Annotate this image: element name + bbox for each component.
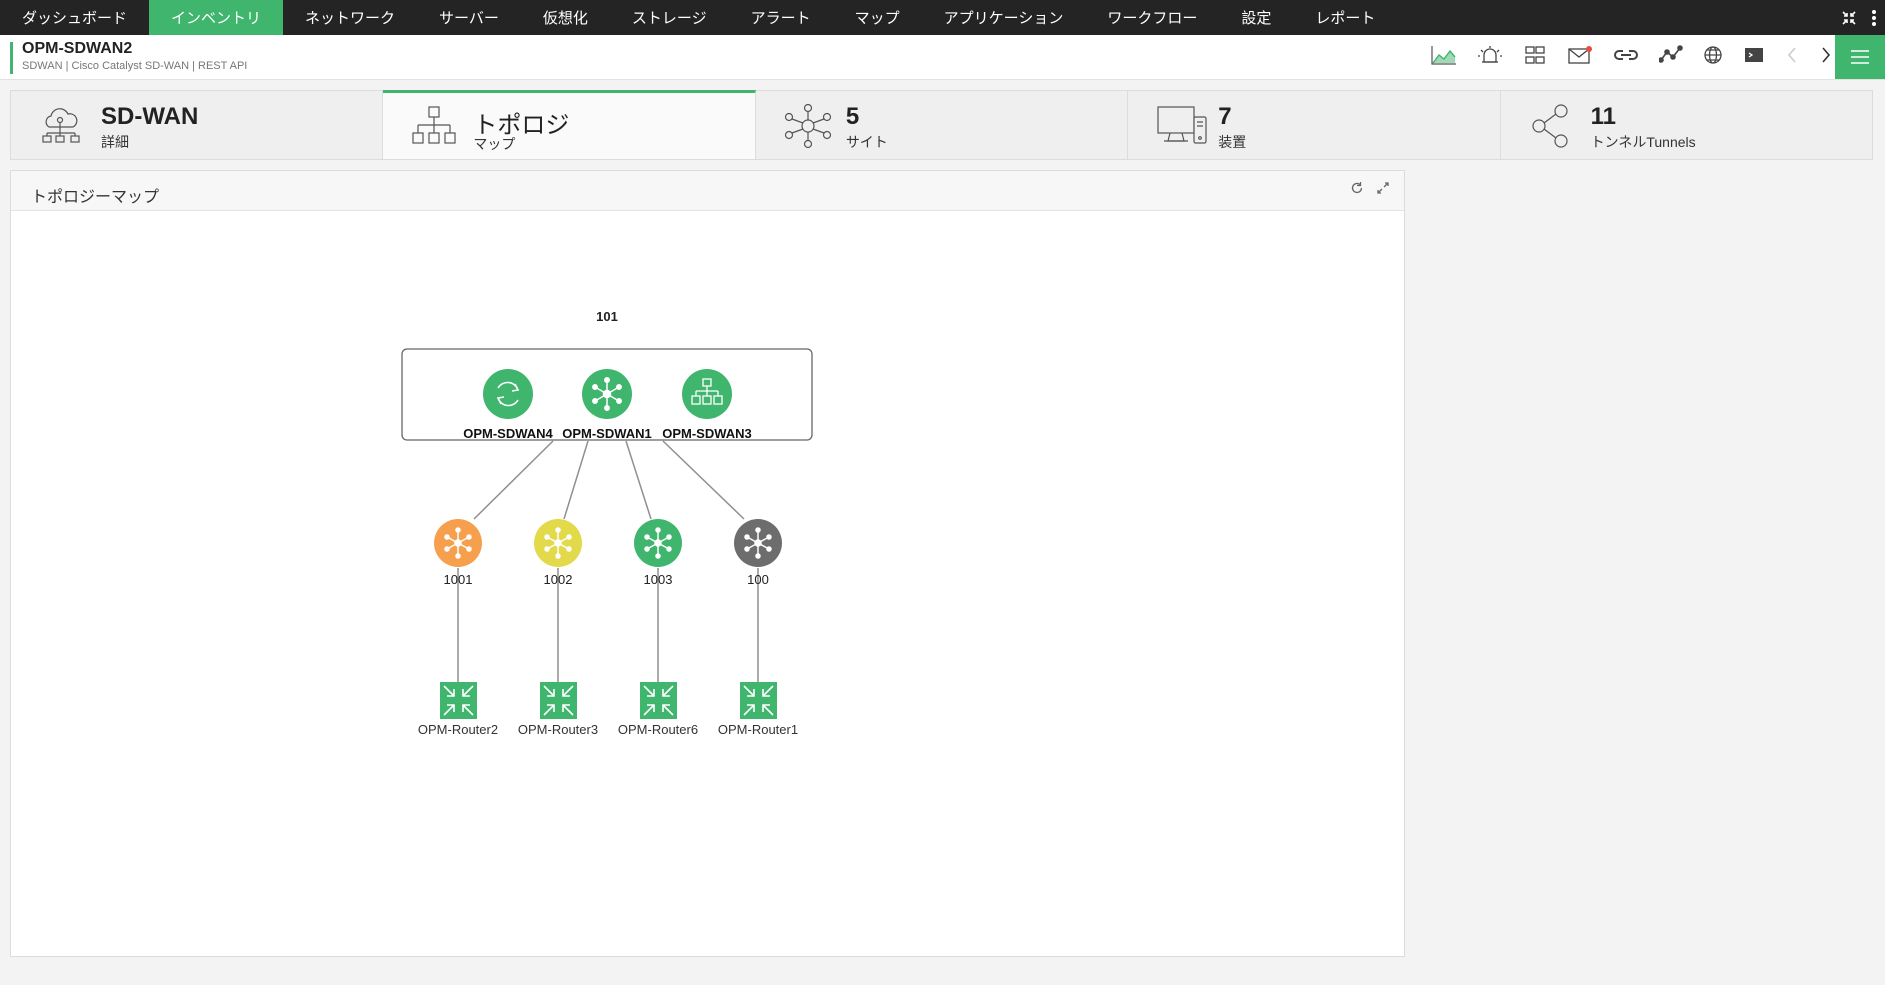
- summary-value-sdwan: SD-WAN: [101, 103, 199, 130]
- nav-virtualization[interactable]: 仮想化: [521, 0, 610, 35]
- site-node[interactable]: 100: [734, 519, 782, 587]
- summary-tab-tunnels[interactable]: 11 トンネルTunnels: [1500, 91, 1873, 159]
- device-title: OPM-SDWAN2: [22, 40, 133, 57]
- link-100: [662, 440, 745, 520]
- header-toolbar: [1431, 35, 1833, 79]
- hamburger-icon: [1851, 50, 1869, 64]
- router-node[interactable]: OPM-Router1: [718, 682, 798, 737]
- summary-tabs: SD-WAN 詳細 トポロジ マップ 5 サイト 7 装置 11 トンネルTun…: [10, 90, 1873, 160]
- nav-maps[interactable]: マップ: [833, 0, 922, 35]
- controller-label: OPM-SDWAN3: [662, 426, 752, 441]
- controller-circle: [483, 369, 533, 419]
- alarm-icon[interactable]: [1477, 44, 1503, 71]
- next-icon[interactable]: [1819, 45, 1833, 70]
- more-options-icon[interactable]: [1871, 9, 1877, 27]
- summary-label-sites: サイト: [845, 134, 888, 150]
- router-label: OPM-Router3: [518, 722, 598, 737]
- config-icon[interactable]: [1523, 44, 1547, 71]
- hub-icon: [784, 103, 832, 154]
- terminal-icon[interactable]: [1743, 45, 1765, 70]
- nav-workflow[interactable]: ワークフロー: [1085, 0, 1219, 35]
- site-node[interactable]: 1001: [434, 519, 482, 587]
- nav-storage[interactable]: ストレージ: [610, 0, 729, 35]
- mail-icon[interactable]: [1567, 44, 1593, 71]
- collapse-icon[interactable]: [1841, 10, 1857, 26]
- site-label: 100: [747, 572, 769, 587]
- nav-inventory[interactable]: インベントリ: [149, 0, 284, 35]
- devices-icon: [1156, 103, 1210, 154]
- expand-icon[interactable]: [1376, 181, 1390, 200]
- summary-value-devices: 7: [1218, 103, 1232, 130]
- router-label: OPM-Router2: [418, 722, 498, 737]
- prev-icon[interactable]: [1785, 45, 1799, 70]
- summary-label-devices: 装置: [1218, 134, 1247, 150]
- router-node[interactable]: OPM-Router3: [518, 682, 598, 737]
- router-label: OPM-Router1: [718, 722, 798, 737]
- nav-network[interactable]: ネットワーク: [283, 0, 417, 35]
- cloud-network-icon: [39, 103, 83, 152]
- refresh-icon[interactable]: [1350, 181, 1364, 200]
- device-header: OPM-SDWAN2 SDWAN | Cisco Catalyst SD-WAN…: [0, 35, 1885, 80]
- topology-canvas: 101 OPM-SDWAN4 OPM-SDWAN1 OPM-SDWAN3 100…: [401, 309, 813, 737]
- nav-reports[interactable]: レポート: [1293, 0, 1397, 35]
- summary-tab-devices[interactable]: 7 装置: [1128, 91, 1501, 159]
- panel-tools: [1350, 181, 1390, 200]
- nav-applications[interactable]: アプリケーション: [922, 0, 1086, 35]
- link-icon[interactable]: [1613, 44, 1639, 71]
- nav-dashboard[interactable]: ダッシュボード: [0, 0, 149, 35]
- device-subtitle: SDWAN | Cisco Catalyst SD-WAN | REST API: [22, 60, 248, 72]
- top-nav: ダッシュボード インベントリ ネットワーク サーバー 仮想化 ストレージ アラー…: [0, 0, 1885, 35]
- summary-tab-sites[interactable]: 5 サイト: [755, 91, 1129, 159]
- router-node[interactable]: OPM-Router6: [618, 682, 698, 737]
- globe-icon[interactable]: [1703, 45, 1723, 70]
- summary-tab-topology[interactable]: トポロジ マップ: [383, 90, 756, 159]
- topology-icon: [411, 105, 457, 156]
- hamburger-menu-button[interactable]: [1835, 35, 1885, 79]
- router-label: OPM-Router6: [618, 722, 698, 737]
- site-node[interactable]: 1003: [634, 519, 682, 587]
- site-label: 1002: [544, 572, 573, 587]
- panel-title: トポロジーマップ: [31, 189, 160, 206]
- controller-label: OPM-SDWAN1: [562, 426, 652, 441]
- nav-alerts[interactable]: アラート: [729, 0, 833, 35]
- nav-right-tools: [1841, 0, 1885, 35]
- router-node[interactable]: OPM-Router2: [418, 682, 498, 737]
- topology-panel: トポロジーマップ 101 OPM-SDWAN4 OPM-SDWAN1 OPM-S…: [10, 170, 1405, 957]
- share-icon: [1529, 103, 1575, 154]
- nav-servers[interactable]: サーバー: [417, 0, 521, 35]
- summary-tab-details[interactable]: SD-WAN 詳細: [11, 91, 384, 159]
- panel-header: トポロジーマップ: [11, 171, 1404, 211]
- controller-label: OPM-SDWAN4: [463, 426, 553, 441]
- link-1003: [625, 440, 652, 520]
- links: [457, 440, 759, 682]
- link-1002: [563, 440, 589, 520]
- group-label: 101: [596, 309, 618, 324]
- link-1001: [473, 440, 554, 520]
- summary-label-tunnels: トンネルTunnels: [1590, 134, 1696, 150]
- graph-icon[interactable]: [1658, 44, 1683, 71]
- summary-value-tunnels: 11: [1590, 103, 1616, 130]
- site-label: 1003: [644, 572, 673, 587]
- summary-value-sites: 5: [845, 103, 860, 130]
- site-node[interactable]: 1002: [534, 519, 582, 587]
- site-label: 1001: [444, 572, 473, 587]
- chart-icon[interactable]: [1431, 45, 1457, 70]
- summary-label-map: マップ: [473, 136, 516, 152]
- nav-settings[interactable]: 設定: [1219, 0, 1293, 35]
- summary-label-details: 詳細: [101, 134, 129, 150]
- header-accent-bar: [10, 42, 13, 74]
